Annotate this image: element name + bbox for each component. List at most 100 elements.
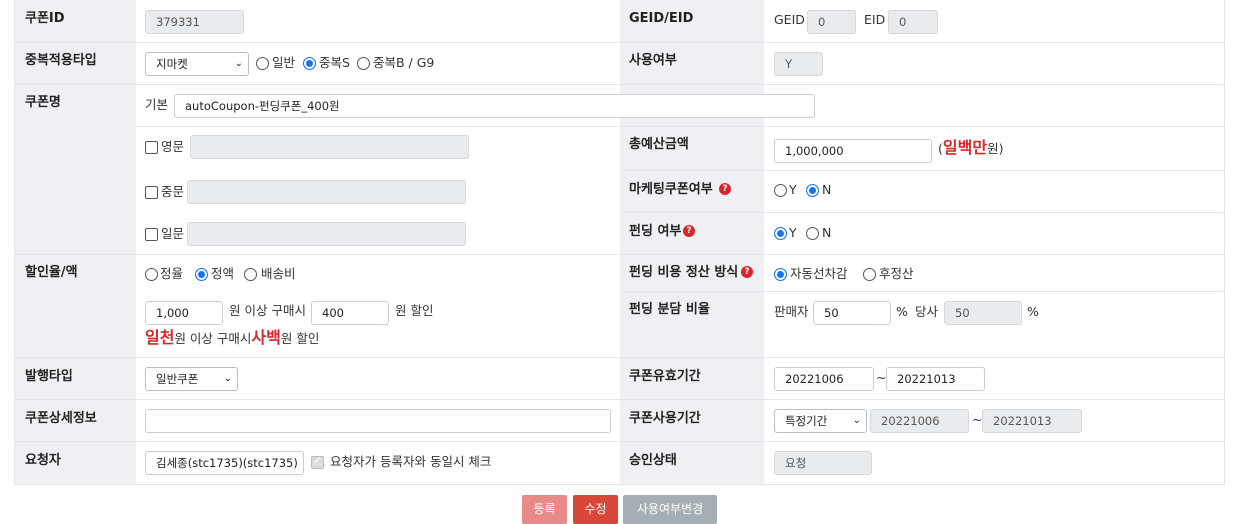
label-dup-type: 중복적용타입 xyxy=(25,53,97,68)
radio-funding-n[interactable] xyxy=(806,227,819,240)
label-ratio: 펀딩 분담 비율 xyxy=(629,302,710,317)
disc-text2: 원 할인 xyxy=(395,303,434,318)
radio-funding-n-label: N xyxy=(822,225,832,240)
market-select[interactable]: 지마켓 ⌄ xyxy=(145,52,249,76)
register-button[interactable]: 등록 xyxy=(522,495,567,524)
budget-korean: (일백만원) xyxy=(938,140,1003,157)
seller-ratio-input[interactable]: 50 xyxy=(813,301,891,325)
label-geid: GEID/EID xyxy=(629,11,694,26)
radio-settle-post-label: 후정산 xyxy=(879,266,914,281)
kor-min: 일천 xyxy=(145,328,175,347)
label-use-yn: 사용여부 xyxy=(629,53,677,68)
radio-dup-b[interactable] xyxy=(357,57,370,70)
label-issue-type: 발행타입 xyxy=(25,369,73,384)
label-requester: 요청자 xyxy=(25,453,61,468)
label-use-period: 쿠폰사용기간 xyxy=(629,411,701,426)
label-approval: 승인상태 xyxy=(629,453,677,468)
radio-marketing-y[interactable] xyxy=(774,184,787,197)
radio-disc-rate-label: 정율 xyxy=(160,266,184,281)
name-basic-label: 기본 xyxy=(145,97,169,112)
radio-disc-ship[interactable] xyxy=(244,268,257,281)
radio-settle-auto-label: 자동선차감 xyxy=(790,266,848,281)
name-cn-input xyxy=(187,180,466,204)
chevron-down-icon: ⌄ xyxy=(852,415,861,426)
chevron-down-icon: ⌄ xyxy=(234,58,243,69)
label-coupon-name: 쿠폰명 xyxy=(25,95,61,110)
kor-amount: 사백 xyxy=(251,328,281,347)
use-start-field: 20221006 xyxy=(870,409,969,433)
issue-type-select[interactable]: 일반쿠폰 ⌄ xyxy=(145,367,238,391)
name-en-input xyxy=(190,135,469,159)
label-detail: 쿠폰상세정보 xyxy=(25,411,97,426)
edit-button[interactable]: 수정 xyxy=(573,495,618,524)
radio-dup-normal[interactable] xyxy=(256,57,269,70)
name-en-label: 영문 xyxy=(161,139,185,154)
radio-dup-s-label: 중복S xyxy=(319,55,350,70)
radio-disc-amount[interactable] xyxy=(195,268,208,281)
eid-field: 0 xyxy=(888,10,938,34)
discount-amount-input[interactable]: 400 xyxy=(311,301,389,325)
radio-disc-rate[interactable] xyxy=(145,268,158,281)
chk-cn[interactable] xyxy=(145,186,158,199)
label-settlement: 펀딩 비용 정산 방식 xyxy=(629,265,739,280)
approval-field: 요청 xyxy=(774,451,872,475)
kor-end: 원 할인 xyxy=(280,331,320,346)
radio-settle-post[interactable] xyxy=(863,268,876,281)
radio-marketing-y-label: Y xyxy=(789,182,797,197)
name-jp-input xyxy=(187,222,466,246)
same-requester-label: 요청자가 등록자와 동일시 체크 xyxy=(330,454,492,469)
valid-start-input[interactable]: 20221006 xyxy=(774,367,874,391)
valid-end-input[interactable]: 20221013 xyxy=(886,367,985,391)
geid-field: 0 xyxy=(807,10,856,34)
same-requester-checkbox xyxy=(311,454,324,469)
name-cn-label: 중문 xyxy=(161,184,185,199)
disc-text1: 원 이상 구매시 xyxy=(229,303,306,318)
label-coupon-id: 쿠폰ID xyxy=(25,11,65,26)
label-marketing: 마케팅쿠폰여부 xyxy=(629,182,713,197)
label-discount: 할인율/액 xyxy=(25,265,78,280)
chk-en[interactable] xyxy=(145,141,158,154)
disc-korean: 일천원 이상 구매시사백원 할인 xyxy=(145,330,319,347)
label-valid-period: 쿠폰유효기간 xyxy=(629,369,701,384)
change-use-button[interactable]: 사용여부변경 xyxy=(623,495,717,524)
radio-funding-y[interactable] xyxy=(774,227,787,240)
help-icon[interactable]: ? xyxy=(719,183,731,195)
use-yn-field: Y xyxy=(774,52,823,76)
radio-disc-ship-label: 배송비 xyxy=(261,266,296,281)
geid-label: GEID xyxy=(774,12,805,27)
label-budget: 총예산금액 xyxy=(629,137,689,152)
pct-2: % xyxy=(1027,304,1039,319)
coupon-id-field: 379331 xyxy=(145,10,244,34)
valid-tilde: ~ xyxy=(876,370,887,385)
pct-1: % xyxy=(896,304,908,319)
issue-type-value: 일반쿠폰 xyxy=(156,372,199,386)
radio-dup-normal-label: 일반 xyxy=(272,55,296,70)
eid-label: EID xyxy=(864,12,886,27)
company-label: 당사 xyxy=(915,304,939,319)
requester-input[interactable]: 김세종(stc1735)(stc1735) xyxy=(145,451,304,475)
chk-jp[interactable] xyxy=(145,228,158,241)
detail-input[interactable] xyxy=(145,409,611,433)
use-end-field: 20221013 xyxy=(982,409,1082,433)
budget-korean-text: 일백만 xyxy=(942,138,988,157)
use-period-select[interactable]: 특정기간 ⌄ xyxy=(774,409,867,433)
kor-mid: 원 이상 구매시 xyxy=(174,331,252,346)
radio-dup-s[interactable] xyxy=(303,57,316,70)
radio-disc-amount-label: 정액 xyxy=(211,266,235,281)
radio-marketing-n[interactable] xyxy=(806,184,819,197)
budget-input[interactable]: 1,000,000 xyxy=(774,139,932,163)
radio-marketing-n-label: N xyxy=(822,182,832,197)
help-icon[interactable]: ? xyxy=(741,266,753,278)
company-ratio-field: 50 xyxy=(944,301,1022,325)
name-basic-input[interactable]: autoCoupon-펀딩쿠폰_400원 xyxy=(174,94,815,118)
use-period-value: 특정기간 xyxy=(785,414,828,428)
name-jp-label: 일문 xyxy=(161,226,185,241)
min-amount-input[interactable]: 1,000 xyxy=(145,301,223,325)
help-icon[interactable]: ? xyxy=(683,225,695,237)
radio-settle-auto[interactable] xyxy=(774,268,787,281)
market-select-value: 지마켓 xyxy=(156,57,188,71)
budget-unit: 원) xyxy=(987,141,1004,156)
label-funding: 펀딩 여부 xyxy=(629,224,682,239)
radio-dup-b-label: 중복B / G9 xyxy=(373,55,435,70)
radio-funding-y-label: Y xyxy=(789,225,797,240)
